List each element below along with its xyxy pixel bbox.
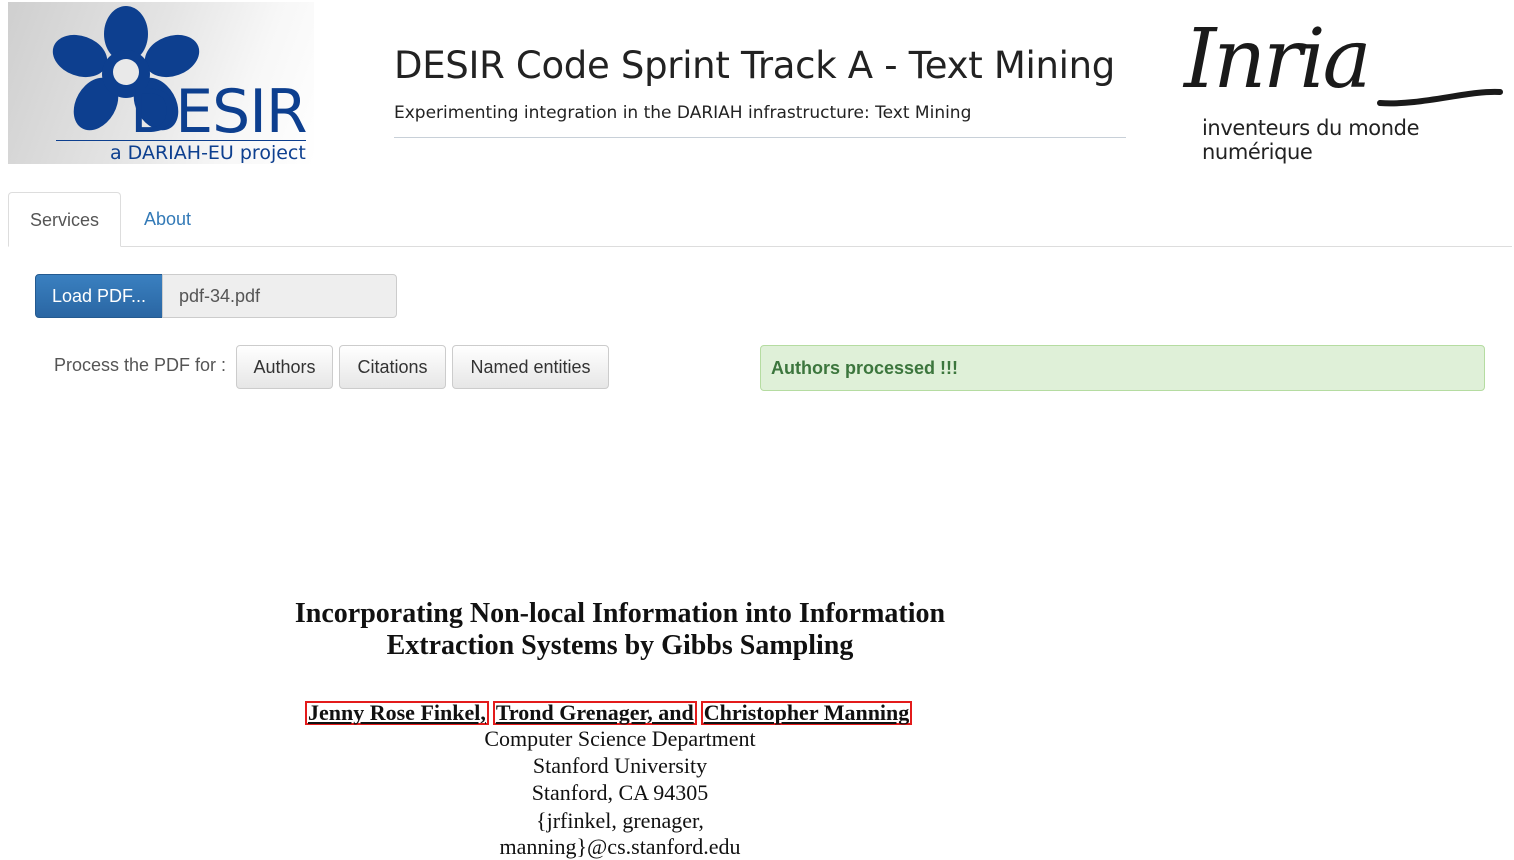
- page-title: DESIR Code Sprint Track A - Text Mining: [394, 44, 1115, 87]
- affiliation-department: Computer Science Department: [484, 726, 756, 751]
- tab-services[interactable]: Services: [8, 192, 121, 247]
- affiliation-emails: {jrfinkel, grenager, manning}@cs.stanfor…: [499, 808, 741, 859]
- authors-button[interactable]: Authors: [236, 345, 333, 389]
- inria-logo: Inria inventeurs du monde numérique: [1170, 8, 1506, 164]
- process-label: Process the PDF for :: [54, 355, 227, 375]
- author-annotation[interactable]: Trond Grenager, and: [492, 701, 697, 725]
- load-pdf-button[interactable]: Load PDF...: [35, 274, 163, 318]
- desir-tagline: a DARIAH-EU project: [110, 142, 306, 164]
- pdf-file-name-field[interactable]: [162, 274, 397, 318]
- inria-swoosh-icon: [1377, 88, 1503, 107]
- desir-wordmark: DESIR: [130, 77, 308, 147]
- citations-button[interactable]: Citations: [339, 345, 446, 389]
- paper-title-line-1: Incorporating Non-local Information into…: [294, 598, 946, 629]
- desir-logo-rule: [56, 140, 306, 141]
- header-divider: [394, 137, 1126, 138]
- paper-title: Incorporating Non-local Information into…: [270, 598, 970, 662]
- status-alert: Authors processed !!!: [760, 345, 1485, 391]
- author-annotation[interactable]: Jenny Rose Finkel,: [305, 701, 489, 725]
- inria-tagline: inventeurs du monde numérique: [1202, 116, 1420, 164]
- author-annotation[interactable]: Christopher Manning: [700, 701, 913, 725]
- tab-bar: Services About: [8, 192, 1512, 247]
- paper-title-line-2: Extraction Systems by Gibbs Sampling: [386, 630, 854, 661]
- page-subtitle: Experimenting integration in the DARIAH …: [394, 103, 972, 123]
- affiliation-university: Stanford University: [532, 753, 708, 778]
- affiliation-address: Stanford, CA 94305: [531, 780, 709, 805]
- named-entities-button[interactable]: Named entities: [452, 345, 609, 389]
- desir-logo: DESIR a DARIAH-EU project: [8, 2, 314, 164]
- tab-about[interactable]: About: [123, 192, 212, 246]
- paper-authors: Jenny Rose Finkel, Trond Grenager, and Chr…: [305, 700, 916, 725]
